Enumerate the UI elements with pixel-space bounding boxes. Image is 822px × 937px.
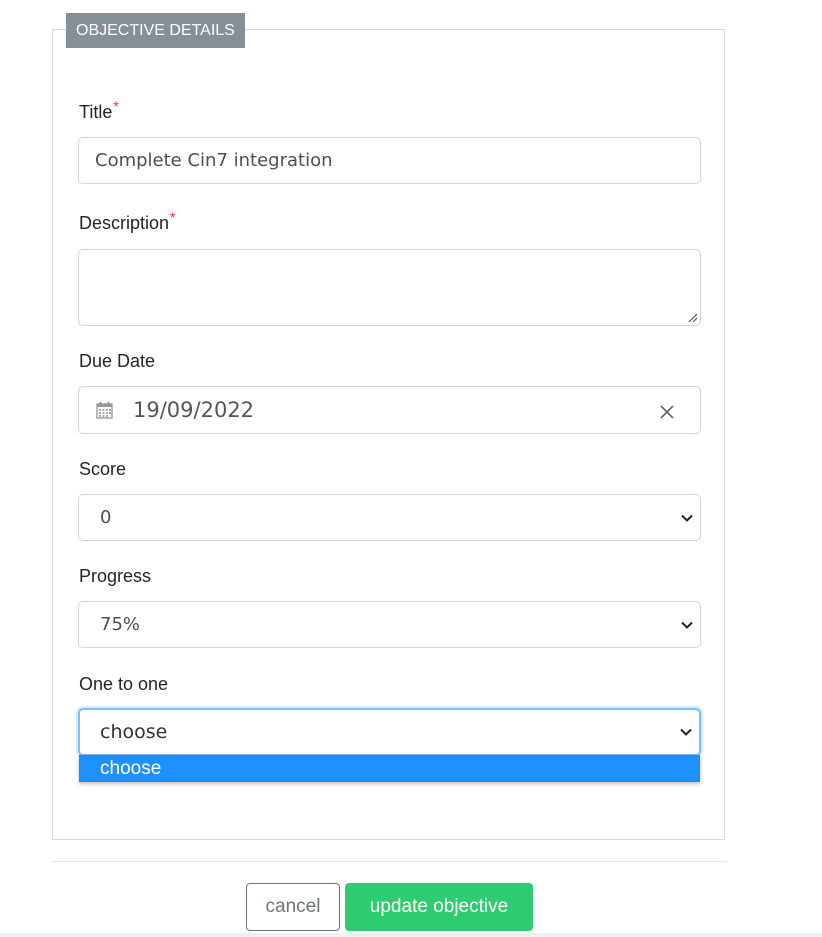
- section-title: OBJECTIVE DETAILS: [66, 13, 245, 48]
- title-label-text: Title: [79, 102, 113, 122]
- required-mark: *: [170, 209, 176, 225]
- due-date-value: 19/09/2022: [133, 398, 255, 422]
- cancel-button[interactable]: cancel: [246, 883, 340, 931]
- update-objective-button[interactable]: update objective: [345, 883, 533, 931]
- description-label: Description*: [79, 209, 176, 234]
- footer-divider: [52, 861, 726, 862]
- page-bottom-edge: [0, 933, 822, 937]
- dropdown-option-choose[interactable]: choose: [80, 756, 699, 781]
- chevron-down-icon: [681, 621, 693, 629]
- score-label: Score: [79, 459, 127, 479]
- one-to-one-label: One to one: [79, 674, 169, 694]
- progress-selected-value: 75%: [100, 614, 141, 635]
- required-mark: *: [113, 98, 119, 114]
- progress-select[interactable]: 75%: [78, 601, 701, 648]
- progress-label: Progress: [79, 566, 152, 586]
- due-date-label: Due Date: [79, 351, 156, 371]
- close-icon[interactable]: [659, 404, 675, 420]
- chevron-down-icon: [681, 514, 693, 522]
- resize-grip-icon[interactable]: [688, 313, 697, 322]
- chevron-down-icon: [680, 728, 692, 736]
- due-date-input[interactable]: 19/09/2022: [78, 386, 701, 434]
- one-to-one-dropdown-menu: choose: [79, 755, 700, 782]
- one-to-one-select[interactable]: choose: [78, 708, 701, 756]
- title-label: Title*: [79, 98, 119, 123]
- one-to-one-selected-value: choose: [100, 721, 168, 743]
- title-input-value: Complete Cin7 integration: [95, 150, 333, 171]
- calendar-icon: [96, 402, 113, 419]
- score-select[interactable]: 0: [78, 494, 701, 541]
- description-label-text: Description: [79, 213, 170, 233]
- title-input[interactable]: Complete Cin7 integration: [78, 137, 701, 184]
- description-textarea[interactable]: [78, 249, 701, 326]
- score-selected-value: 0: [100, 507, 112, 528]
